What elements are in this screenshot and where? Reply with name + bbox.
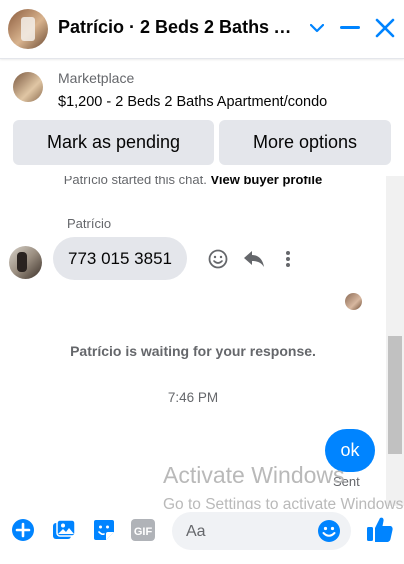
scrollbar-thumb[interactable] bbox=[388, 336, 402, 454]
more-vertical-icon[interactable] bbox=[277, 248, 299, 270]
chat-header: Patrício · 2 Beds 2 Baths A… bbox=[0, 0, 404, 59]
listing-title[interactable]: $1,200 - 2 Beds 2 Baths Apartment/condo bbox=[58, 94, 327, 110]
photo-icon[interactable] bbox=[51, 517, 77, 543]
marketplace-label: Marketplace bbox=[58, 70, 135, 86]
chevron-down-icon[interactable] bbox=[303, 14, 331, 42]
seen-indicator-avatar bbox=[345, 293, 362, 310]
reply-icon[interactable] bbox=[243, 248, 265, 270]
view-buyer-profile-link[interactable]: View buyer profile bbox=[210, 176, 322, 187]
gif-label: GIF bbox=[134, 526, 153, 538]
message-list[interactable]: Patrício started this chat. View buyer p… bbox=[0, 176, 386, 506]
plus-icon[interactable] bbox=[10, 517, 36, 543]
chat-started-notice: Patrício started this chat. View buyer p… bbox=[0, 176, 386, 187]
minimize-icon[interactable] bbox=[336, 14, 364, 42]
message-composer: GIF bbox=[0, 509, 404, 564]
smiley-react-icon[interactable] bbox=[207, 248, 229, 270]
chat-scrollbar[interactable] bbox=[386, 176, 404, 506]
close-icon[interactable] bbox=[371, 14, 399, 42]
message-input-container[interactable] bbox=[172, 512, 351, 552]
mark-as-pending-button[interactable]: Mark as pending bbox=[13, 120, 214, 165]
sender-avatar[interactable] bbox=[9, 246, 42, 279]
sender-name: Patrício bbox=[67, 216, 112, 231]
waiting-notice: Patrício is waiting for your response. bbox=[70, 343, 316, 359]
chat-title[interactable]: Patrício · 2 Beds 2 Baths A… bbox=[58, 17, 298, 38]
sticker-icon[interactable] bbox=[91, 517, 117, 543]
like-icon[interactable] bbox=[366, 515, 394, 543]
message-timestamp: 7:46 PM bbox=[167, 390, 219, 405]
more-options-button[interactable]: More options bbox=[219, 120, 391, 165]
listing-thumbnail[interactable] bbox=[13, 72, 43, 102]
chat-started-text: Patrício started this chat. bbox=[63, 176, 207, 187]
incoming-message-bubble[interactable]: 773 015 3851 bbox=[53, 237, 187, 280]
emoji-icon[interactable] bbox=[317, 519, 341, 543]
message-input[interactable] bbox=[184, 512, 316, 552]
activate-windows-title: Activate Windows bbox=[163, 462, 345, 488]
gif-icon[interactable]: GIF bbox=[130, 517, 156, 543]
contact-avatar[interactable] bbox=[8, 9, 48, 49]
